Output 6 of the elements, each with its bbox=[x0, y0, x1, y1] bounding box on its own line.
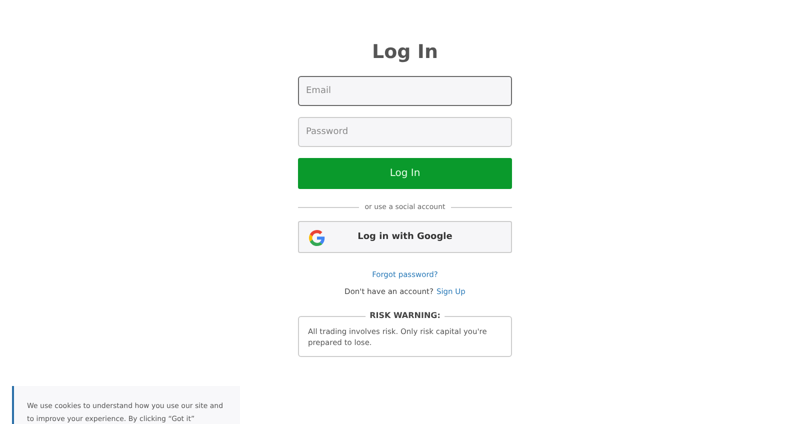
google-icon bbox=[309, 230, 325, 246]
page-title: Log In bbox=[371, 40, 439, 64]
input-field[interactable]: Email bbox=[298, 76, 512, 106]
google-login-button[interactable]: Log in with Google bbox=[298, 221, 512, 253]
risk-heading: RISK WARNING: bbox=[366, 311, 444, 320]
login-button[interactable]: Log In bbox=[298, 158, 512, 189]
